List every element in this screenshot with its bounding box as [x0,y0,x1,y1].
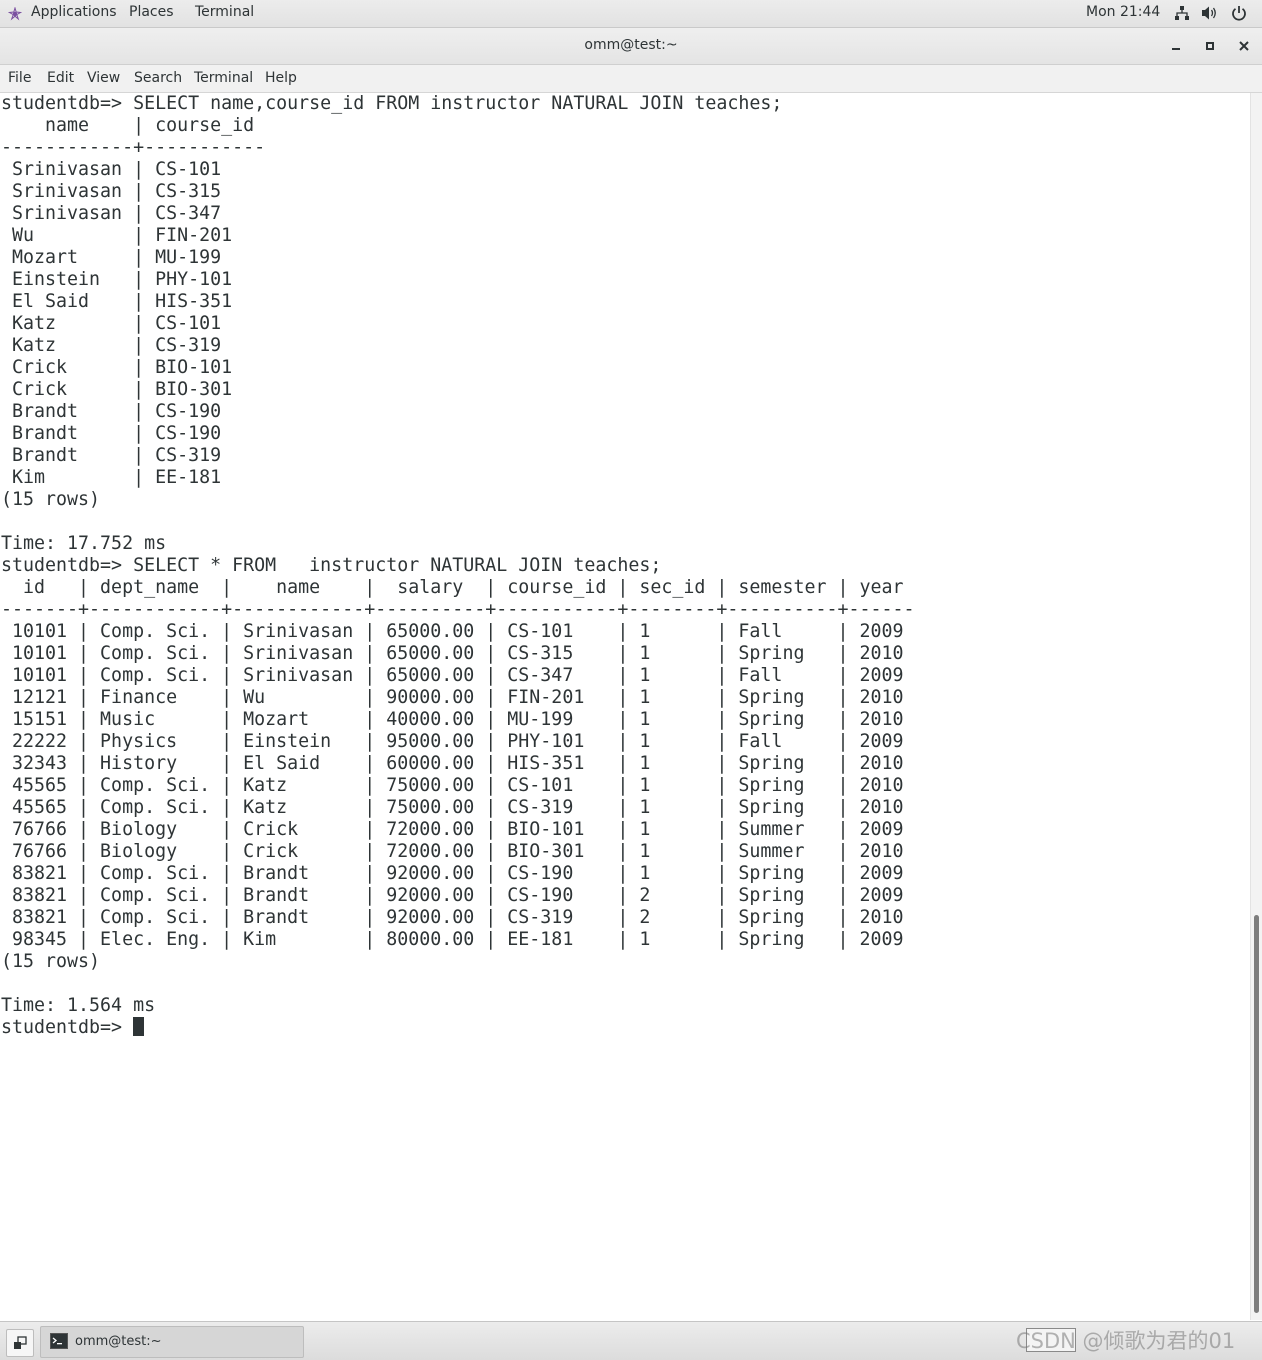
terminal-line: 83821 | Comp. Sci. | Brandt | 92000.00 |… [12,863,904,884]
menu-file[interactable]: File [8,70,31,86]
desktop-icon [14,1336,27,1349]
power-icon[interactable] [1231,5,1247,21]
terminal-line: (15 rows) [1,489,101,510]
terminal-line: 10101 | Comp. Sci. | Srinivasan | 65000.… [12,643,904,664]
close-icon[interactable] [1235,37,1253,55]
scrollbar-thumb[interactable] [1254,915,1259,1313]
terminal-icon [50,1333,68,1349]
terminal-line: 76766 | Biology | Crick | 72000.00 | BIO… [12,819,904,840]
applications-menu[interactable]: Applications [31,4,117,20]
terminal-line: 12121 | Finance | Wu | 90000.00 | FIN-20… [12,687,904,708]
terminal-output-area[interactable]: studentdb=> SELECT name,course_id FROM i… [0,93,1250,1320]
terminal-line: 98345 | Elec. Eng. | Kim | 80000.00 | EE… [12,929,904,950]
taskbar-window-label: omm@test:~ [75,1334,162,1349]
terminal-line: Srinivasan | CS-347 [12,203,222,224]
terminal-line: Time: 1.564 ms [1,995,156,1016]
terminal-line: Mozart | MU-199 [12,247,222,268]
terminal-line: Katz | CS-101 [12,313,222,334]
top-panel: Applications Places Terminal Mon 21:44 [0,0,1262,28]
menu-view[interactable]: View [87,70,120,86]
watermark-text: CSDN @倾歌为君的01 [1016,1329,1236,1353]
terminal-line: Einstein | PHY-101 [12,269,233,290]
terminal-output: studentdb=> SELECT name,course_id FROM i… [1,93,915,1039]
terminal-line: -------+------------+------------+------… [1,599,915,620]
terminal-line: 76766 | Biology | Crick | 72000.00 | BIO… [12,841,904,862]
terminal-line: Time: 17.752 ms [1,533,167,554]
terminal-line: Brandt | CS-190 [12,401,222,422]
text-cursor [133,1017,145,1036]
terminal-line: Kim | EE-181 [12,467,222,488]
terminal-line: 45565 | Comp. Sci. | Katz | 75000.00 | C… [12,775,904,796]
terminal-app-menu[interactable]: Terminal [195,4,254,20]
volume-icon[interactable] [1201,5,1219,21]
terminal-line: ------------+----------- [1,137,266,158]
terminal-line: Brandt | CS-319 [12,445,222,466]
menu-edit[interactable]: Edit [47,70,74,86]
show-desktop-button[interactable] [6,1329,34,1357]
vertical-scrollbar[interactable] [1250,93,1262,1320]
terminal-line: Katz | CS-319 [12,335,222,356]
clock[interactable]: Mon 21:44 [1086,4,1160,20]
applications-icon [8,7,22,21]
terminal-menubar: File Edit View Search Terminal Help [0,65,1262,93]
taskbar-window-terminal[interactable]: omm@test:~ [40,1326,304,1358]
terminal-line: Crick | BIO-101 [12,357,233,378]
terminal-line: (15 rows) [1,951,101,972]
maximize-icon[interactable] [1201,37,1219,55]
places-menu[interactable]: Places [129,4,174,20]
terminal-line: name | course_id [45,115,255,136]
terminal-line: 10101 | Comp. Sci. | Srinivasan | 65000.… [12,665,904,686]
terminal-line: Srinivasan | CS-315 [12,181,222,202]
menu-search[interactable]: Search [134,70,182,86]
terminal-line: El Said | HIS-351 [12,291,233,312]
window-title: omm@test:~ [584,37,678,53]
window-titlebar[interactable]: omm@test:~ [0,28,1262,65]
terminal-lines: studentdb=> SELECT name,course_id FROM i… [1,93,915,1016]
menu-terminal[interactable]: Terminal [194,70,253,86]
terminal-prompt: studentdb=> [1,1017,134,1038]
terminal-line: 10101 | Comp. Sci. | Srinivasan | 65000.… [12,621,904,642]
terminal-line: studentdb=> SELECT * FROM instructor NAT… [1,555,662,576]
network-icon[interactable] [1174,5,1190,21]
terminal-line: 22222 | Physics | Einstein | 95000.00 | … [12,731,904,752]
terminal-line: Wu | FIN-201 [12,225,233,246]
terminal-line: 15151 | Music | Mozart | 40000.00 | MU-1… [12,709,904,730]
minimize-icon[interactable] [1167,37,1185,55]
terminal-line: 45565 | Comp. Sci. | Katz | 75000.00 | C… [12,797,904,818]
terminal-line: 32343 | History | El Said | 60000.00 | H… [12,753,904,774]
terminal-line: Crick | BIO-301 [12,379,233,400]
terminal-line: 83821 | Comp. Sci. | Brandt | 92000.00 |… [12,907,904,928]
terminal-line: studentdb=> SELECT name,course_id FROM i… [1,93,783,114]
terminal-line: id | dept_name | name | salary | course_… [23,577,904,598]
terminal-line: Brandt | CS-190 [12,423,222,444]
menu-help[interactable]: Help [265,70,297,86]
terminal-line: 83821 | Comp. Sci. | Brandt | 92000.00 |… [12,885,904,906]
terminal-line: Srinivasan | CS-101 [12,159,222,180]
